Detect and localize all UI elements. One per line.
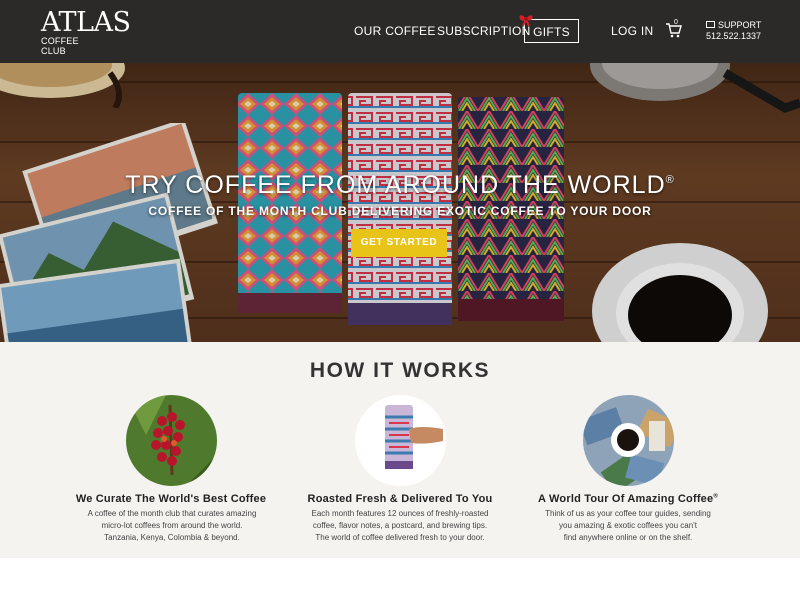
step-description-line: The world of coffee delivered fresh to y… [315,533,485,542]
postcards-and-cup-icon [583,395,674,486]
atlas-logo[interactable]: ATLAS COFFEE CLUB [41,7,131,56]
nav-subscription[interactable]: SUBSCRIPTION [437,24,531,38]
support-label: SUPPORT [718,20,762,30]
gift-bow-icon [519,15,533,26]
section-title: HOW IT WORKS [309,359,491,382]
registered-mark: ® [713,493,718,500]
hero-subtitle: COFFEE OF THE MONTH CLUB DELIVERING EXOT… [148,204,652,218]
support-phone: 512.522.1337 [706,31,762,41]
step-title-text: A World Tour Of Amazing Coffee [538,493,714,505]
hero-title: TRY COFFEE FROM AROUND THE WORLD® [0,171,800,200]
step-description: Think of us as your coffee tour guides, … [518,508,738,544]
logo-tagline: COFFEE CLUB [41,36,79,56]
step-description-line: Tanzania, Kenya, Colombia & beyond. [104,533,240,542]
hero-banner: TRY COFFEE FROM AROUND THE WORLD® COFFEE… [0,63,800,342]
step-description: Each month features 12 ounces of freshly… [290,508,510,544]
step-description: A coffee of the month club that curates … [62,508,282,544]
step-description-line: Think of us as your coffee tour guides, … [545,509,711,518]
top-navigation-bar: ATLAS COFFEE CLUB OUR COFFEE SUBSCRIPTIO… [0,0,800,63]
coffee-cherries-icon [126,395,217,486]
support-contact[interactable]: SUPPORT 512.522.1337 [706,20,761,42]
step-description-line: find anywhere online or on the shelf. [563,533,693,542]
nav-gifts-label: GIFTS [533,25,570,39]
step-description-line: you amazing & exotic coffees you can't [559,521,697,530]
nav-log-in[interactable]: LOG IN [611,24,653,38]
nav-our-coffee[interactable]: OUR COFFEE [354,24,436,38]
step-title: Roasted Fresh & Delivered To You [307,493,493,505]
step-title: We Curate The World's Best Coffee [75,493,267,505]
step-title: A World Tour Of Amazing Coffee® [498,493,758,505]
cart-count-badge: 0 [674,19,678,26]
logo-wordmark: ATLAS [41,7,131,38]
step-description-line: micro-lot coffees from around the world. [101,521,243,530]
nav-gifts-button[interactable]: GIFTS [519,15,579,43]
coffee-bag-in-hand-icon [355,395,446,486]
hero-overlay [0,63,800,342]
hero-title-text: TRY COFFEE FROM AROUND THE WORLD [125,171,666,199]
mail-icon [706,21,715,28]
how-it-works-section: HOW IT WORKS We Curate The World's Best … [0,342,800,558]
step-description-line: Each month features 12 ounces of freshly… [311,509,489,518]
get-started-button[interactable]: GET STARTED [351,229,447,257]
step-description-line: A coffee of the month club that curates … [87,509,257,518]
registered-mark: ® [665,174,675,186]
step-description-line: coffee, flavor notes, a postcard, and br… [312,521,488,530]
